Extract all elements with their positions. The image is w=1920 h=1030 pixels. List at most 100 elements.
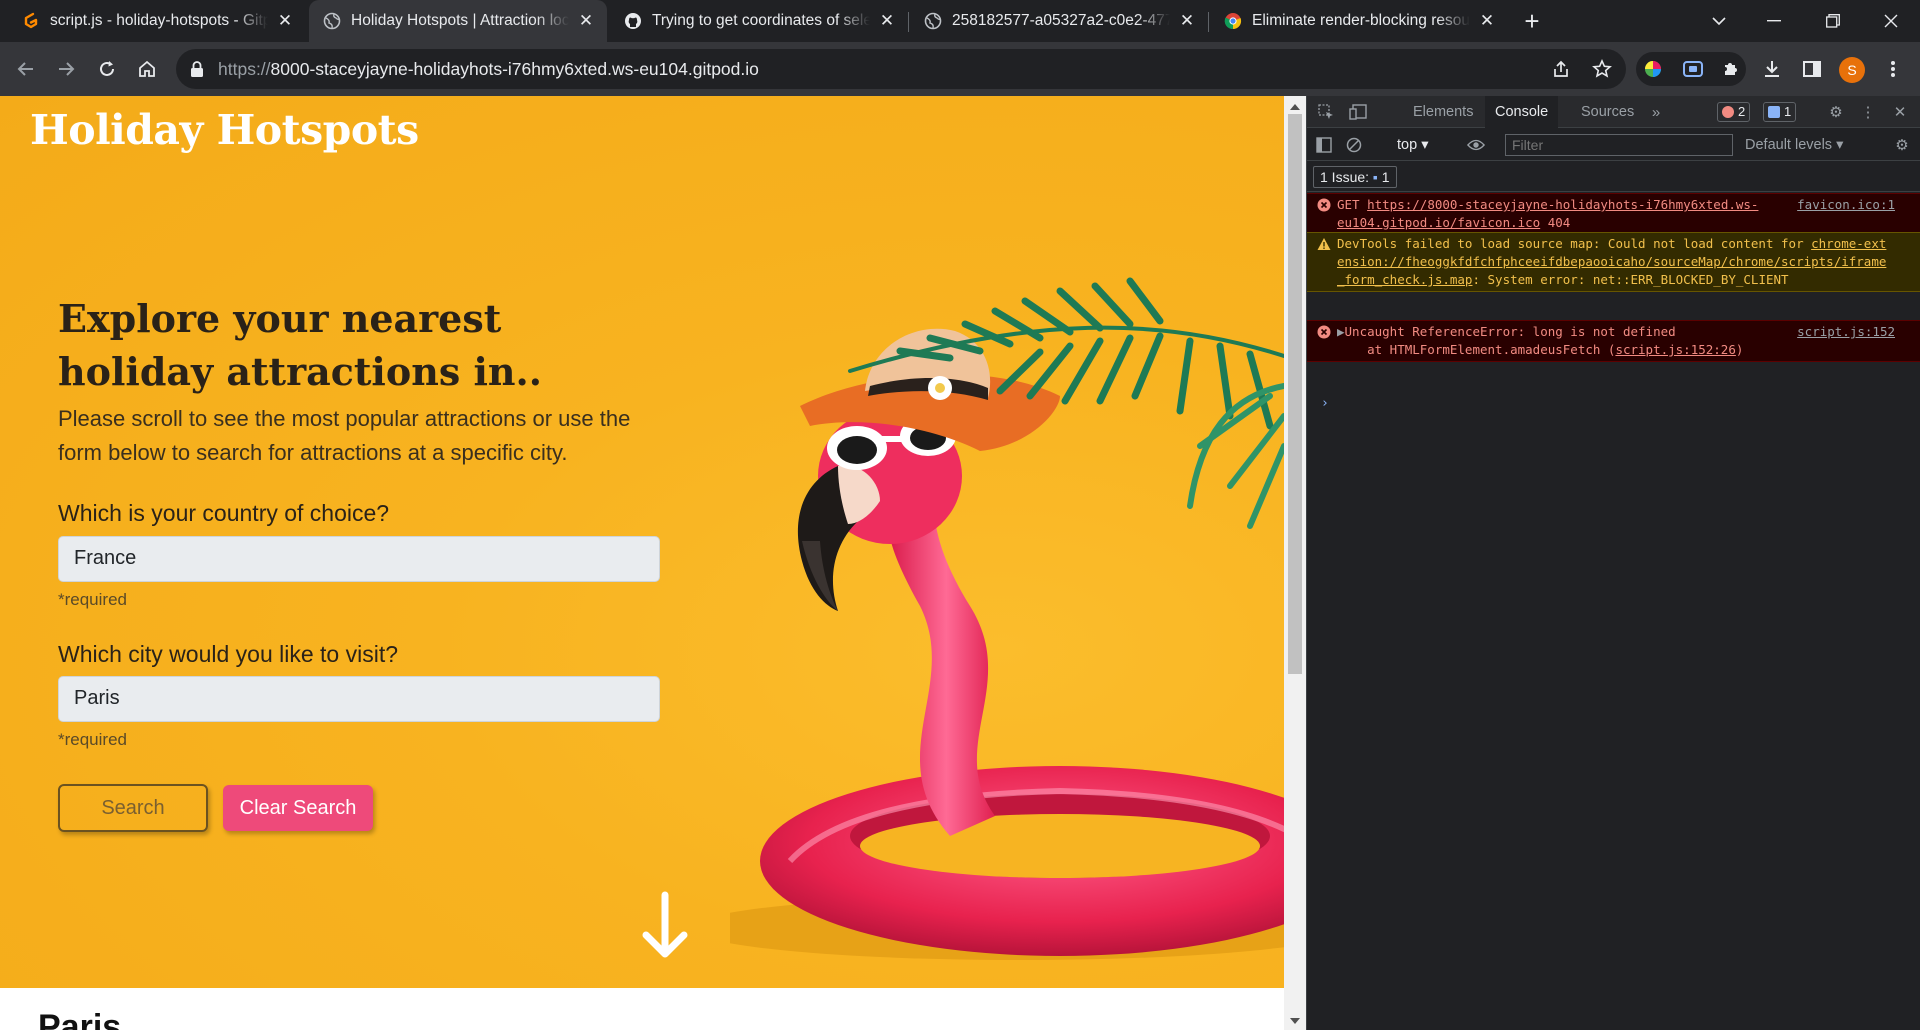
github-icon	[624, 12, 642, 30]
country-label: Which is your country of choice?	[58, 500, 390, 526]
message-icon	[1768, 106, 1780, 118]
inspect-element-icon[interactable]	[1317, 103, 1335, 121]
lock-icon	[191, 61, 203, 77]
console-filter-input[interactable]	[1505, 134, 1733, 156]
scrollbar-thumb[interactable]	[1288, 114, 1302, 674]
hero-section: Holiday Hotspots Explore your nearest ho…	[0, 96, 1284, 988]
live-expression-eye-icon[interactable]	[1467, 136, 1485, 154]
side-panel-icon[interactable]	[1799, 56, 1825, 82]
reload-button[interactable]	[91, 53, 123, 85]
screen-capture-extension-icon[interactable]	[1680, 56, 1706, 82]
sidebar-toggle-icon[interactable]	[1315, 136, 1333, 154]
devtools-tab-console[interactable]: Console	[1485, 96, 1559, 128]
devtools-panel: Elements Console Sources » 2 1 ⚙ ⋮ ✕ top…	[1306, 96, 1920, 1030]
share-icon[interactable]	[1548, 56, 1574, 82]
error-icon	[1722, 106, 1734, 118]
warning-icon	[1317, 238, 1331, 250]
context-selector[interactable]: top ▾	[1397, 137, 1428, 153]
devtools-tab-bar: Elements Console Sources » 2 1 ⚙ ⋮ ✕	[1307, 96, 1920, 128]
source-link[interactable]: favicon.ico:1	[1797, 196, 1895, 214]
address-bar[interactable]: https://8000-staceyjayne-holidayhots-i76…	[176, 49, 1626, 89]
error-count-badge[interactable]: 2	[1717, 102, 1751, 122]
restore-button[interactable]	[1804, 0, 1862, 42]
bookmark-star-icon[interactable]	[1589, 56, 1615, 82]
chrome-icon	[1224, 12, 1242, 30]
clear-search-button[interactable]: Clear Search	[223, 785, 373, 831]
new-tab-button[interactable]: +	[1518, 8, 1546, 36]
browser-tab-image[interactable]: 258182577-a05327a2-c0e2-477f ✕	[910, 0, 1208, 42]
settings-gear-icon[interactable]: ⚙	[1827, 103, 1845, 121]
browser-toolbar: https://8000-staceyjayne-holidayhots-i76…	[0, 42, 1920, 96]
console-settings-gear-icon[interactable]: ⚙	[1893, 136, 1911, 154]
scroll-up-icon[interactable]	[1290, 104, 1300, 110]
city-input[interactable]: Paris	[58, 676, 660, 722]
gitpod-icon	[22, 12, 40, 30]
globe-icon	[924, 12, 942, 30]
console-error-message: ▶Uncaught ReferenceError: long is not de…	[1307, 320, 1920, 362]
reload-icon	[100, 61, 114, 76]
profile-avatar[interactable]: S	[1839, 57, 1865, 83]
console-filter-bar: top ▾ Default levels ▾ ⚙	[1307, 129, 1920, 161]
scroll-down-icon[interactable]	[1290, 1018, 1300, 1024]
site-brand[interactable]: Holiday Hotspots	[30, 106, 419, 154]
close-tab-icon[interactable]: ✕	[878, 11, 896, 30]
device-toolbar-icon[interactable]	[1349, 103, 1367, 121]
download-icon[interactable]	[1759, 56, 1785, 82]
source-link[interactable]: script.js:152	[1797, 323, 1895, 341]
page-heading: Explore your nearest holiday attractions…	[58, 296, 542, 394]
back-arrow-icon	[17, 62, 33, 76]
browser-tab-gitpod[interactable]: script.js - holiday-hotspots - Gitpod ✕	[8, 0, 306, 42]
close-tab-icon[interactable]: ✕	[1478, 11, 1496, 30]
scroll-down-arrow-icon[interactable]	[640, 891, 690, 961]
log-levels-dropdown[interactable]: Default levels ▾	[1745, 137, 1843, 153]
back-button[interactable]	[10, 53, 42, 85]
clear-console-icon[interactable]	[1345, 136, 1363, 154]
error-icon	[1317, 325, 1331, 339]
close-window-button[interactable]	[1862, 0, 1920, 42]
tab-separator	[908, 12, 909, 32]
url-text: https://8000-staceyjayne-holidayhots-i76…	[218, 59, 759, 79]
page-viewport: Holiday Hotspots Explore your nearest ho…	[0, 96, 1284, 1030]
close-devtools-icon[interactable]: ✕	[1891, 103, 1909, 121]
close-tab-icon[interactable]: ✕	[276, 11, 294, 30]
flamingo-float-illustration	[730, 277, 1284, 960]
home-button[interactable]	[131, 53, 163, 85]
console-warning-message: DevTools failed to load source map: Coul…	[1307, 232, 1920, 292]
devtools-tab-elements[interactable]: Elements	[1403, 96, 1483, 128]
devtools-tab-sources[interactable]: Sources	[1571, 96, 1644, 128]
console-error-message: GET https://8000-staceyjayne-holidayhots…	[1307, 193, 1920, 235]
issue-message-icon: ▪	[1372, 169, 1378, 185]
puzzle-extensions-icon[interactable]	[1718, 56, 1744, 82]
country-input[interactable]: France	[58, 536, 660, 582]
tab-strip: script.js - holiday-hotspots - Gitpod ✕ …	[0, 0, 1920, 42]
close-tab-icon[interactable]: ✕	[577, 11, 595, 30]
issues-link[interactable]: 1 Issue: ▪ 1	[1313, 166, 1397, 188]
forward-button[interactable]	[50, 53, 82, 85]
console-prompt[interactable]: ›	[1321, 396, 1329, 411]
more-tabs-chevron-icon[interactable]: »	[1647, 103, 1665, 121]
devtools-menu-kebab-icon[interactable]: ⋮	[1859, 103, 1877, 121]
color-picker-extension-icon[interactable]	[1640, 56, 1666, 82]
error-icon	[1317, 198, 1331, 212]
stack-frame-link[interactable]: script.js:152:26	[1615, 342, 1735, 357]
menu-kebab-icon[interactable]	[1880, 56, 1906, 82]
tab-separator	[1208, 12, 1209, 32]
browser-tab-github[interactable]: Trying to get coordinates of selected ci…	[610, 0, 908, 42]
issues-bar: 1 Issue: ▪ 1	[1307, 162, 1920, 192]
intro-paragraph: Please scroll to see the most popular at…	[58, 406, 631, 465]
info-count-badge[interactable]: 1	[1763, 102, 1797, 122]
city-label: Which city would you like to visit?	[58, 641, 399, 667]
browser-tab-holiday-hotspots[interactable]: Holiday Hotspots | Attraction locator ✕	[309, 0, 607, 42]
page-scrollbar[interactable]	[1284, 96, 1306, 1030]
expand-triangle-icon[interactable]: ▶	[1337, 324, 1345, 339]
city-section-title: Paris	[38, 1008, 122, 1030]
home-icon	[139, 60, 155, 77]
minimize-button[interactable]	[1745, 0, 1803, 42]
browser-tab-chrome[interactable]: Eliminate render-blocking resources ✕	[1210, 0, 1508, 42]
search-button[interactable]: Search	[58, 784, 208, 832]
country-required-note: *required	[58, 590, 127, 609]
close-tab-icon[interactable]: ✕	[1178, 11, 1196, 30]
city-required-note: *required	[58, 730, 127, 749]
forward-arrow-icon	[59, 62, 75, 76]
tab-search-icon[interactable]	[1690, 0, 1748, 42]
